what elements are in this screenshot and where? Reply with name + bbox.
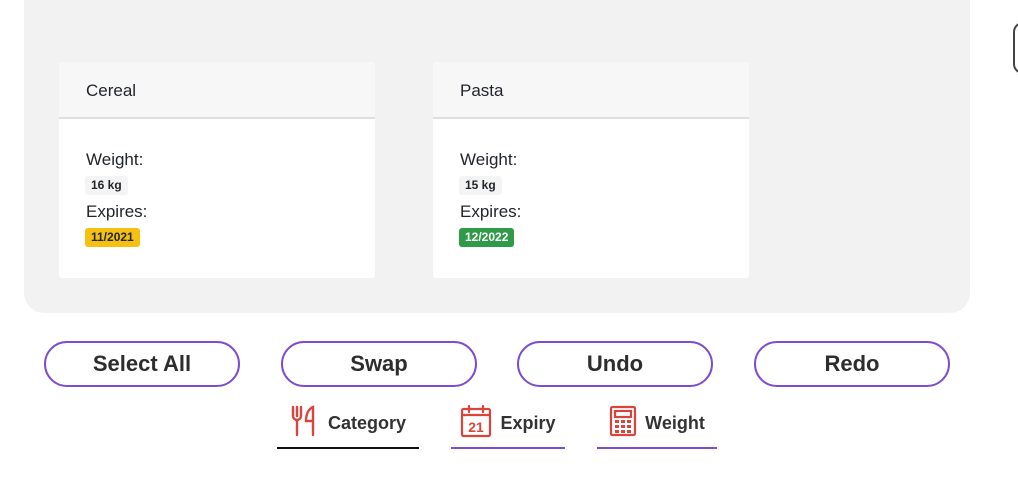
swap-button[interactable]: Swap [281,341,477,387]
svg-text:21: 21 [469,419,485,435]
expires-label: Expires: [460,202,522,221]
undo-button[interactable]: Undo [517,341,713,387]
calculator-icon [609,405,637,442]
partial-control[interactable] [1013,22,1018,74]
weight-label: Weight: [460,150,518,169]
active-tab-underline [277,447,419,449]
card-title: Cereal [59,62,375,119]
weight-badge: 15 kg [459,176,502,195]
expires-label: Expires: [86,202,148,221]
tab-underline [451,447,565,449]
tab-category[interactable]: Category [277,397,419,449]
card-title: Pasta [433,62,749,119]
tab-label: Weight [645,412,705,433]
redo-button[interactable]: Redo [754,341,950,387]
tab-expiry[interactable]: 21 Expiry [451,397,565,449]
item-card[interactable]: Pasta Weight: 15 kg Expires: 12/2022 [433,62,749,278]
tab-underline [597,447,717,449]
expiry-badge: 12/2022 [459,228,515,247]
calendar-icon: 21 [460,404,492,443]
expiry-badge: 11/2021 [85,228,140,247]
tab-weight[interactable]: Weight [597,397,717,449]
items-panel: Cereal Weight: 16 kg Expires: 11/2021 Pa… [24,0,970,313]
tab-label: Expiry [500,412,556,433]
weight-label: Weight: [86,150,144,169]
select-all-button[interactable]: Select All [44,341,240,387]
item-card[interactable]: Cereal Weight: 16 kg Expires: 11/2021 [59,62,375,278]
weight-badge: 16 kg [85,176,128,195]
tab-label: Category [327,412,407,433]
fork-knife-icon [290,404,320,442]
